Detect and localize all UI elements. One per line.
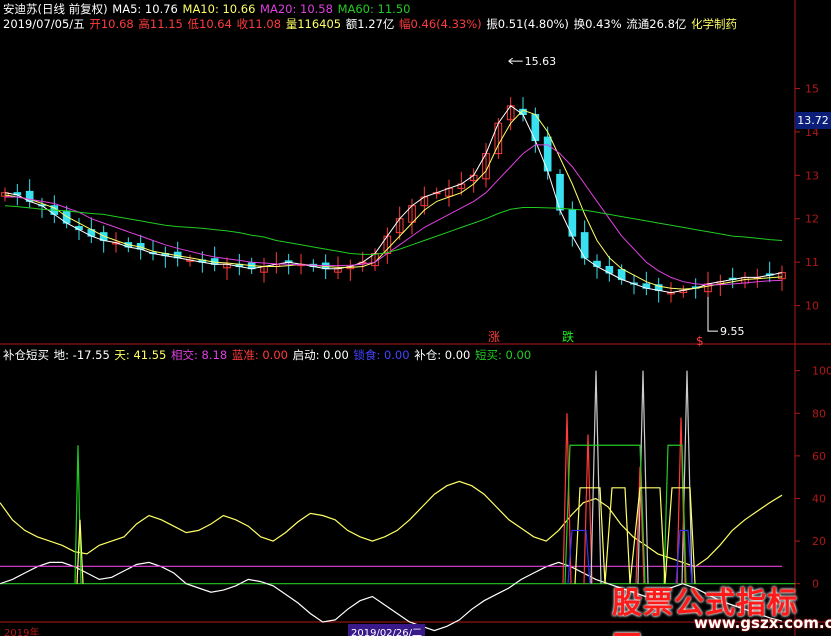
indicator-axis: 020406080100	[0, 365, 831, 591]
chart-window: { "header": { "stock": "安迪苏(日线 前复权)", "m…	[0, 0, 831, 636]
price-tick-label: 10	[805, 300, 819, 313]
indicator-tick-label: 80	[812, 407, 826, 420]
time-axis-start: 2019年	[4, 628, 40, 636]
low-label: 9.55	[720, 325, 745, 338]
price-tick-label: 15	[805, 82, 819, 95]
fall-marker: 跌	[562, 329, 574, 344]
indicator-tick-label: 100	[812, 365, 831, 378]
selected-date: 2019/02/26/二	[348, 624, 426, 636]
low-marker	[707, 296, 718, 332]
high-label: 15.63	[525, 55, 557, 68]
watermark-url: www.gszx.com.cn	[694, 614, 831, 632]
chart-canvas: 101112131415 020406080100 15.639.55涨跌 $	[0, 0, 831, 636]
watermark: 股票公式指标网 www.gszx.com.cn	[612, 578, 831, 636]
price-tick-label: 11	[805, 256, 819, 269]
candle-body	[556, 173, 564, 211]
ma-line-ma5	[4, 105, 783, 294]
signal-spike	[590, 370, 602, 584]
price-tag: 13.72	[795, 112, 831, 129]
rise-marker: 涨	[488, 329, 500, 344]
indicator-tick-label: 20	[812, 535, 826, 548]
ma-line-ma60	[4, 205, 783, 255]
indicator-tick-label: 40	[812, 492, 826, 505]
dollar-marker: $	[696, 334, 704, 348]
ma-lines	[4, 105, 783, 294]
signal-box	[564, 444, 687, 584]
annotations: 15.63 9.55 涨 跌 $	[488, 55, 745, 348]
price-tick-label: 12	[805, 213, 819, 226]
indicator-tick-label: 60	[812, 450, 826, 463]
ma-line-ma20	[5, 144, 783, 286]
candles	[1, 97, 786, 303]
candle-body	[593, 260, 601, 268]
high-marker	[508, 57, 523, 65]
price-tick-label: 13	[805, 169, 819, 182]
chart-frame	[0, 0, 831, 636]
signal-lines	[74, 370, 696, 584]
ma-line-ma10	[4, 109, 783, 290]
